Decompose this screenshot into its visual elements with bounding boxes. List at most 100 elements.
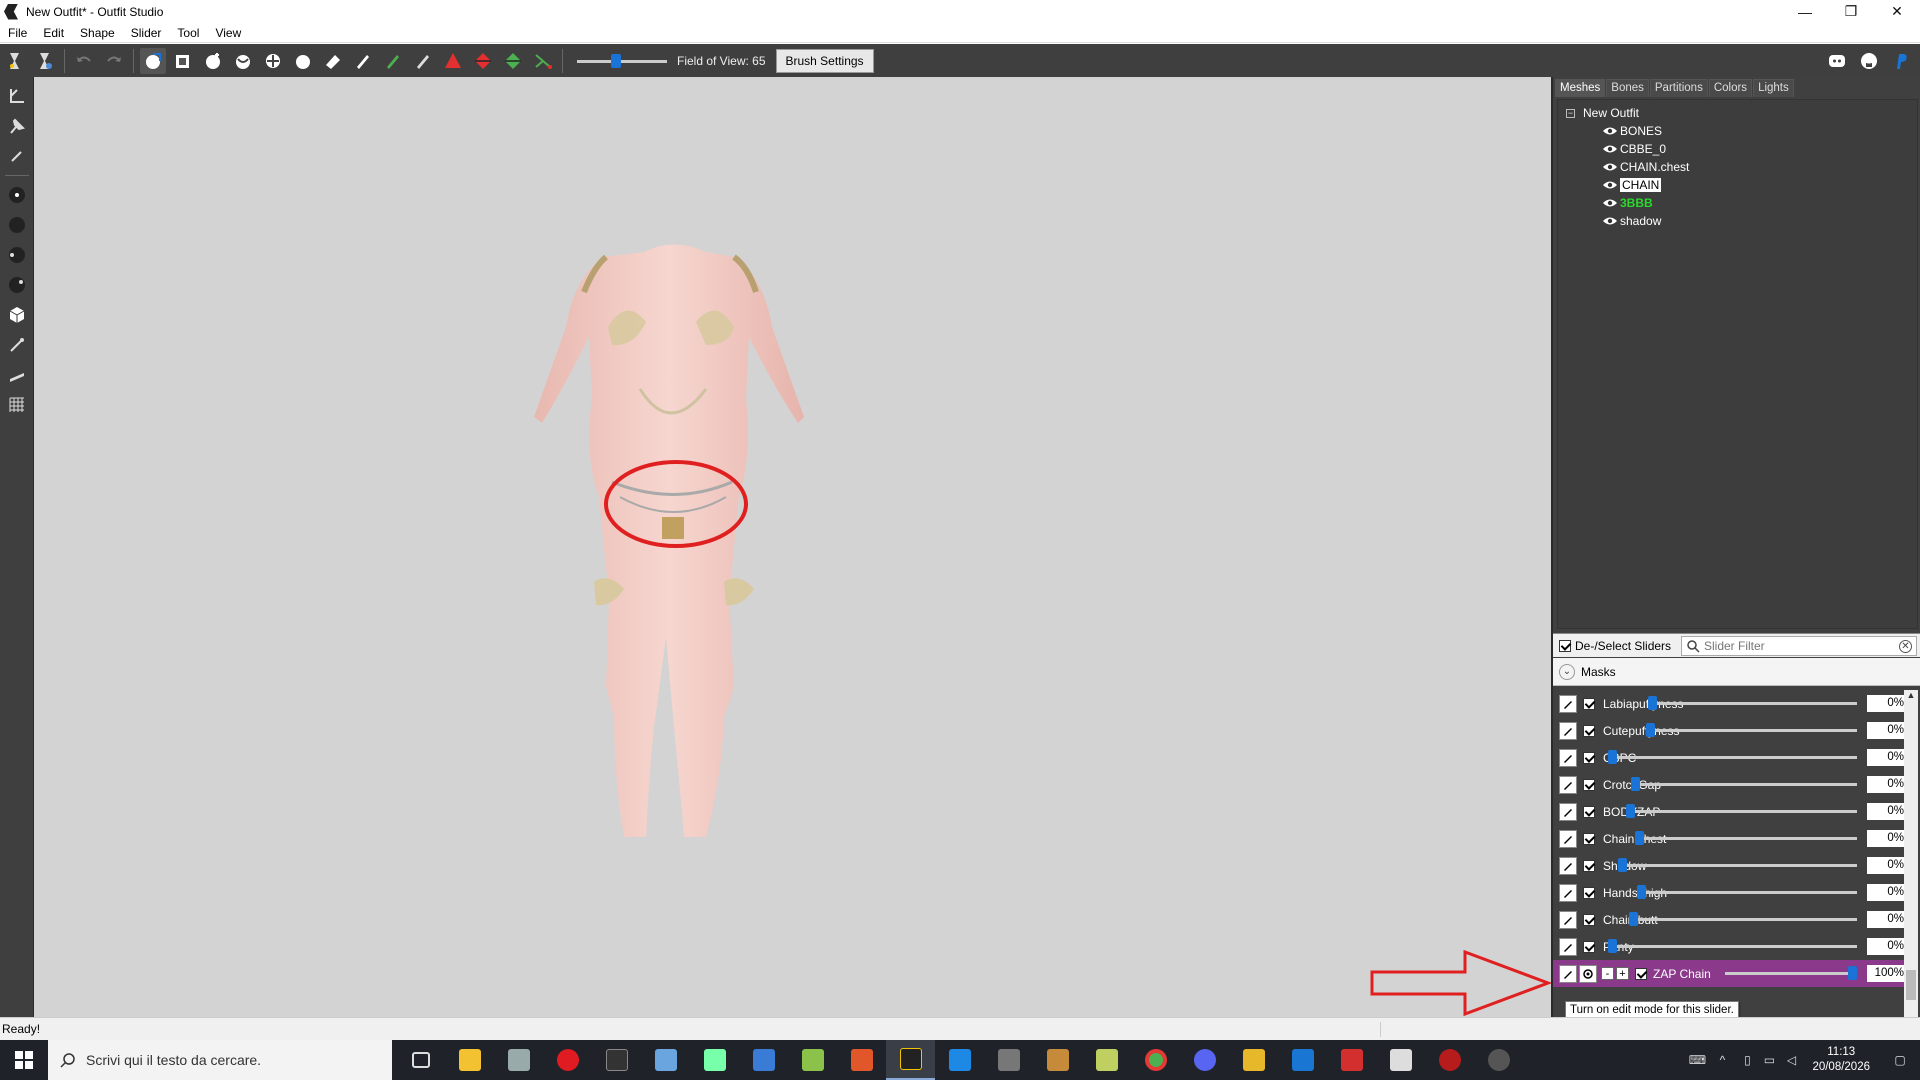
deselect-sliders-checkbox[interactable] bbox=[1559, 639, 1571, 652]
app-icon-11[interactable] bbox=[1229, 1040, 1278, 1080]
open-project-icon[interactable] bbox=[32, 48, 58, 74]
taskbar-clock[interactable]: 11:13 20/08/2026 bbox=[1812, 1045, 1870, 1075]
visibility-eye-icon[interactable] bbox=[1602, 216, 1618, 226]
slider-thumb[interactable] bbox=[1608, 750, 1617, 764]
app-icon-16[interactable] bbox=[1474, 1040, 1523, 1080]
toggle-lighting-icon[interactable] bbox=[3, 241, 31, 269]
mesh-tree-item[interactable]: CHAIN bbox=[1558, 176, 1917, 194]
tab-colors[interactable]: Colors bbox=[1708, 79, 1753, 97]
fov-slider-thumb[interactable] bbox=[611, 53, 621, 68]
slider-track[interactable] bbox=[1608, 945, 1857, 948]
scroll-up-icon[interactable]: ▲ bbox=[1904, 690, 1918, 704]
slider-checkbox[interactable] bbox=[1635, 967, 1647, 980]
deflate-brush-icon[interactable] bbox=[230, 48, 256, 74]
app-icon-15[interactable] bbox=[1425, 1040, 1474, 1080]
grid-icon[interactable] bbox=[3, 391, 31, 419]
file-explorer-icon[interactable] bbox=[445, 1040, 494, 1080]
slider-row[interactable]: BODYZAP0% bbox=[1553, 798, 1909, 825]
smooth-brush-icon[interactable] bbox=[290, 48, 316, 74]
edit-slider-pencil-icon[interactable] bbox=[1559, 721, 1577, 740]
slider-value[interactable]: 0% bbox=[1867, 911, 1907, 928]
tab-partitions[interactable]: Partitions bbox=[1649, 79, 1708, 97]
app-icon-4[interactable] bbox=[690, 1040, 739, 1080]
slider-track[interactable] bbox=[1631, 783, 1857, 786]
color-paint-icon[interactable] bbox=[380, 48, 406, 74]
menu-view[interactable]: View bbox=[207, 26, 249, 40]
slider-value[interactable]: 0% bbox=[1867, 884, 1907, 901]
slider-thumb[interactable] bbox=[1848, 966, 1857, 980]
slider-thumb[interactable] bbox=[1618, 858, 1627, 872]
edit-slider-pencil-icon[interactable] bbox=[1559, 937, 1577, 956]
slider-row-active[interactable]: - + ZAP Chain 100% bbox=[1553, 960, 1909, 987]
tab-bones[interactable]: Bones bbox=[1606, 79, 1649, 97]
app-icon-12[interactable] bbox=[1278, 1040, 1327, 1080]
chevron-up-icon[interactable]: ^ bbox=[1708, 1040, 1736, 1080]
edit-slider-pencil-icon[interactable] bbox=[1559, 856, 1577, 875]
show-bones-icon[interactable] bbox=[3, 331, 31, 359]
edit-slider-pencil-icon[interactable] bbox=[1559, 802, 1577, 821]
opera-icon[interactable] bbox=[543, 1040, 592, 1080]
slider-track[interactable] bbox=[1626, 810, 1857, 813]
slider-value[interactable]: 0% bbox=[1867, 938, 1907, 955]
visibility-eye-icon[interactable] bbox=[1602, 126, 1618, 136]
slider-checkbox[interactable] bbox=[1583, 751, 1595, 764]
keyboard-icon[interactable]: ⌨ bbox=[1686, 1040, 1708, 1080]
vertex-select-icon[interactable] bbox=[3, 142, 31, 170]
slider-track[interactable] bbox=[1725, 972, 1857, 975]
app-icon-14[interactable] bbox=[1376, 1040, 1425, 1080]
redo-icon[interactable] bbox=[101, 48, 127, 74]
undiff-brush-icon[interactable] bbox=[320, 48, 346, 74]
transform-tool-icon[interactable] bbox=[3, 82, 31, 110]
visibility-eye-icon[interactable] bbox=[1602, 144, 1618, 154]
slider-checkbox[interactable] bbox=[1583, 940, 1595, 953]
slider-value[interactable]: 0% bbox=[1867, 857, 1907, 874]
notepad-icon[interactable] bbox=[788, 1040, 837, 1080]
edit-slider-pencil-icon[interactable] bbox=[1559, 910, 1577, 929]
slider-thumb[interactable] bbox=[1629, 912, 1638, 926]
slider-checkbox[interactable] bbox=[1583, 778, 1595, 791]
app-icon-6[interactable] bbox=[837, 1040, 886, 1080]
slider-thumb[interactable] bbox=[1635, 831, 1644, 845]
slider-thumb[interactable] bbox=[1646, 723, 1655, 737]
slider-plus-button[interactable]: + bbox=[1616, 967, 1629, 980]
slider-value[interactable]: 100% bbox=[1867, 965, 1907, 982]
mesh-tree-item[interactable]: shadow bbox=[1558, 212, 1917, 230]
mesh-tree-item[interactable]: CBBE_0 bbox=[1558, 140, 1917, 158]
weight-paint-icon[interactable] bbox=[350, 48, 376, 74]
app-icon-5[interactable] bbox=[739, 1040, 788, 1080]
slider-row[interactable]: Chain chest0% bbox=[1553, 825, 1909, 852]
field-of-view-slider[interactable] bbox=[577, 51, 667, 71]
app-icon-2[interactable] bbox=[592, 1040, 641, 1080]
mesh-tree-item[interactable]: BONES bbox=[1558, 122, 1917, 140]
slider-row[interactable]: CrotchGap0% bbox=[1553, 771, 1909, 798]
app-icon-1[interactable] bbox=[494, 1040, 543, 1080]
show-vertices-icon[interactable] bbox=[3, 181, 31, 209]
app-icon-8[interactable] bbox=[984, 1040, 1033, 1080]
edit-slider-pencil-icon[interactable] bbox=[1559, 694, 1577, 713]
visibility-eye-icon[interactable] bbox=[1602, 162, 1618, 172]
chrome-icon[interactable] bbox=[1131, 1040, 1180, 1080]
mask-brush-icon[interactable] bbox=[170, 48, 196, 74]
slider-track[interactable] bbox=[1635, 837, 1857, 840]
undo-icon[interactable] bbox=[71, 48, 97, 74]
mesh-tree-item[interactable]: 3BBB bbox=[1558, 194, 1917, 212]
collapse-icon[interactable]: − bbox=[1566, 108, 1575, 118]
move-brush-icon[interactable] bbox=[260, 48, 286, 74]
scrollbar-thumb[interactable] bbox=[1906, 970, 1916, 1000]
slider-row[interactable]: Chain butt0% bbox=[1553, 906, 1909, 933]
app-icon-13[interactable] bbox=[1327, 1040, 1376, 1080]
slider-checkbox[interactable] bbox=[1583, 832, 1595, 845]
slider-track[interactable] bbox=[1608, 756, 1857, 759]
menu-file[interactable]: File bbox=[0, 26, 35, 40]
discord-icon[interactable] bbox=[1824, 48, 1850, 74]
tab-lights[interactable]: Lights bbox=[1753, 79, 1794, 97]
taskbar-search[interactable]: Scrivi qui il testo da cercare. bbox=[48, 1040, 392, 1080]
slider-value[interactable]: 0% bbox=[1867, 722, 1907, 739]
slider-value[interactable]: 0% bbox=[1867, 803, 1907, 820]
start-button[interactable] bbox=[0, 1040, 48, 1080]
device-icon[interactable]: ▯ bbox=[1736, 1040, 1758, 1080]
minimize-button[interactable]: — bbox=[1782, 0, 1828, 23]
move-vertex-icon[interactable] bbox=[530, 48, 556, 74]
slider-checkbox[interactable] bbox=[1583, 859, 1595, 872]
slider-row[interactable]: CBPC0% bbox=[1553, 744, 1909, 771]
